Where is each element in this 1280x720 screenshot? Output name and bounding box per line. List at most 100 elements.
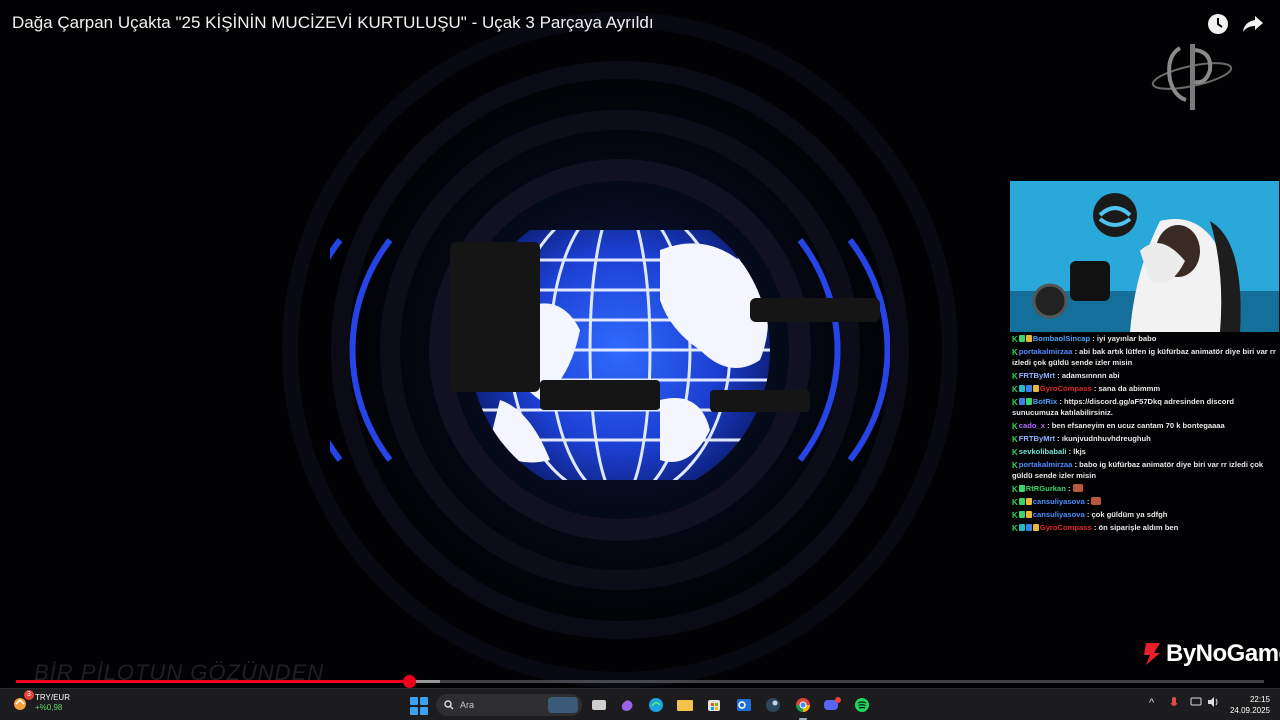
chat-username[interactable]: cansuliyasova — [1033, 497, 1085, 506]
network-icon[interactable] — [1190, 697, 1202, 710]
chat-username[interactable]: portakalmirzaa — [1019, 347, 1073, 356]
chat-badge-icon: K — [1012, 398, 1018, 407]
chat-badge-icon — [1025, 385, 1032, 392]
spotify-app[interactable] — [852, 695, 872, 715]
chat-text: ıkunjvudnhuvhdreughuh — [1061, 434, 1151, 443]
chat-message: K BombaolSincap : iyi yayınlar babo — [1012, 332, 1280, 345]
tray-chevron-icon[interactable]: ^ — [1149, 697, 1154, 709]
chat-message: Kcansuliyasova : çok güldüm ya sdfgh — [1012, 508, 1280, 521]
video-player[interactable]: Dağa Çarpan Uçakta "25 KİŞİNİN MUCİZEVİ … — [0, 0, 1280, 688]
chat-message: K BotRix : https://discord.gg/aF57Dkq adr… — [1012, 395, 1280, 419]
clock-date: 24.09.2025 — [1229, 706, 1270, 715]
chat-username[interactable]: GyroCompass — [1040, 523, 1092, 532]
microphone-icon[interactable] — [1170, 697, 1178, 712]
chat-username[interactable]: BotRix — [1033, 397, 1057, 406]
chat-badge-icon — [1018, 524, 1025, 531]
chat-message: Kcado_x : ben efsaneyim en ucuz cantam 7… — [1012, 419, 1280, 432]
chat-message: K RtRGurkan : — [1012, 482, 1280, 495]
chat-badge-icon — [1032, 524, 1039, 531]
chat-badge-icon — [1018, 485, 1025, 492]
chat-badge-icon — [1032, 385, 1039, 392]
chat-text: ben efsaneyim en ucuz cantam 70 k bonteg… — [1051, 421, 1225, 430]
taskbar: 3 TRY/EUR +%0,98 Ara ^ 22:15 24.09.2025 — [0, 688, 1280, 720]
chat-message: K GyroCompass : ön siparişle aldım ben — [1012, 521, 1280, 534]
chat-badge-icon: K — [1012, 485, 1018, 494]
widget-title: TRY/EUR — [35, 693, 70, 702]
chat-username[interactable]: FRTByMrt — [1019, 434, 1055, 443]
bynogame-logo: ByNoGame — [1140, 640, 1280, 668]
chat-badge-icon — [1018, 398, 1025, 405]
chat-badge-icon: K — [1012, 511, 1018, 520]
bynogame-text: ByNoGame — [1166, 640, 1280, 667]
chat-username[interactable]: RtRGurkan — [1026, 484, 1066, 493]
steam-app[interactable] — [763, 695, 783, 715]
watch-later-button[interactable] — [1205, 11, 1231, 37]
chat-text: iyi yayınlar babo — [1096, 334, 1157, 343]
chat-username[interactable]: FRTByMrt — [1019, 371, 1055, 380]
chat-text: lkjs — [1073, 447, 1086, 456]
discord-app[interactable] — [822, 695, 842, 715]
chat-badge-icon: K — [1012, 448, 1018, 457]
chat-username[interactable]: sevkolibabali — [1019, 447, 1067, 456]
progress-played — [16, 680, 410, 683]
chat-badge-icon: K — [1012, 385, 1018, 394]
chat-username[interactable]: cansuliyasova — [1033, 510, 1085, 519]
start-button[interactable] — [410, 697, 428, 715]
chat-badge-icon — [1025, 498, 1032, 505]
chrome-app[interactable] — [793, 695, 813, 720]
chat-separator: : — [1065, 484, 1073, 493]
notification-badge: 3 — [24, 690, 34, 700]
copilot-app[interactable] — [617, 695, 637, 715]
chat-username[interactable]: portakalmirzaa — [1019, 460, 1073, 469]
share-button[interactable] — [1240, 11, 1266, 37]
chat-badge-icon — [1018, 511, 1025, 518]
widget-change: +%0,98 — [35, 703, 63, 712]
chat-badge-icon: K — [1012, 348, 1018, 357]
globe-logo — [330, 230, 890, 480]
folder-app[interactable] — [675, 695, 695, 715]
chat-message: Kcansuliyasova : — [1012, 495, 1280, 508]
chat-separator: : — [1055, 434, 1062, 443]
clock-icon — [1208, 14, 1228, 34]
chat-badge-icon: K — [1012, 524, 1018, 533]
chat-separator: : — [1055, 371, 1062, 380]
chat-separator: : — [1084, 497, 1092, 506]
chat-emote-icon — [1091, 497, 1102, 505]
share-icon — [1243, 16, 1263, 32]
chat-message: Kportakalmirzaa : abi bak artık lütfen i… — [1012, 345, 1280, 369]
edge-app[interactable] — [646, 695, 666, 715]
chat-username[interactable]: BombaolSincap — [1033, 334, 1090, 343]
chat-badge-icon — [1025, 511, 1032, 518]
chat-badge-icon — [1018, 498, 1025, 505]
chat-message: KFRTByMrt : adamsınnnn abi — [1012, 369, 1280, 382]
chat-text: sana da abimmm — [1098, 384, 1161, 393]
outlook-app[interactable] — [734, 695, 754, 715]
store-app[interactable] — [704, 695, 724, 715]
currency-icon: 3 — [12, 690, 34, 712]
chat-badge-icon — [1018, 385, 1025, 392]
task-view-app[interactable] — [589, 695, 609, 715]
webcam-feed — [1010, 181, 1279, 332]
progress-bar[interactable] — [16, 675, 1264, 688]
system-clock[interactable]: 22:15 24.09.2025 — [1222, 694, 1270, 716]
search-icon — [444, 700, 454, 710]
chat-badge-icon: K — [1012, 498, 1018, 507]
chat-username[interactable]: GyroCompass — [1040, 384, 1092, 393]
chat-separator: : — [1057, 397, 1064, 406]
taskbar-search[interactable]: Ara — [436, 694, 582, 716]
volume-icon[interactable] — [1207, 697, 1219, 710]
weather-widget[interactable]: 3 TRY/EUR +%0,98 — [12, 690, 70, 713]
video-title: Dağa Çarpan Uçakta "25 KİŞİNİN MUCİZEVİ … — [12, 13, 654, 32]
chat-emote-icon — [1072, 484, 1083, 492]
chat-badge-icon — [1025, 524, 1032, 531]
search-placeholder: Ara — [460, 700, 475, 710]
chat-separator: : — [1044, 421, 1052, 430]
chat-username[interactable]: cado_x — [1019, 421, 1045, 430]
chat-badge-icon: K — [1012, 422, 1018, 431]
chat-badge-icon: K — [1012, 372, 1018, 381]
chat-text: adamsınnnn abi — [1061, 371, 1120, 380]
clock-time: 22:15 — [1249, 695, 1270, 704]
channel-watermark-logo — [1151, 44, 1233, 110]
chat-text: ön siparişle aldım ben — [1098, 523, 1179, 532]
chat-text: çok güldüm ya sdfgh — [1091, 510, 1168, 519]
